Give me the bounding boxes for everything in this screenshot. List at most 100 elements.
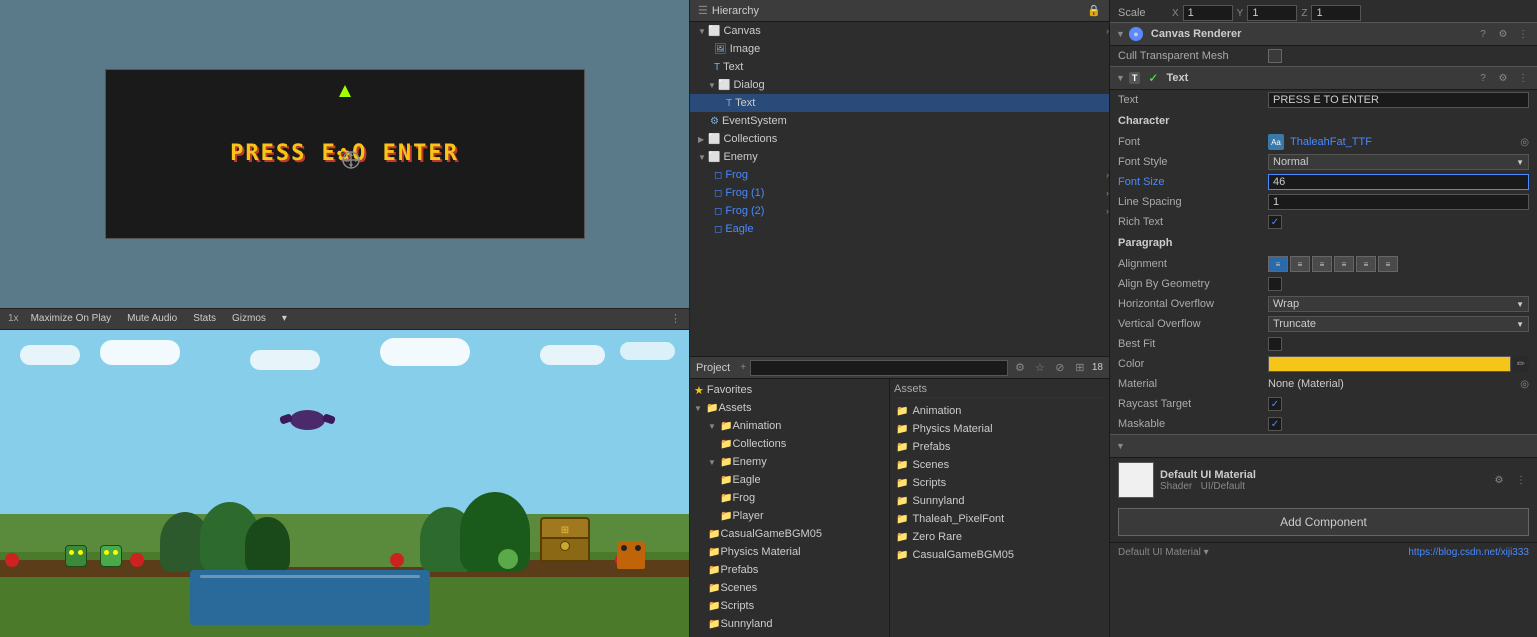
align-by-geo-checkbox[interactable] [1268, 277, 1282, 291]
hierarchy-item-canvas[interactable]: ▼ ⬜ Canvas › [690, 22, 1109, 40]
project-zoom-icon[interactable]: ⊞ [1072, 360, 1088, 376]
text-settings-icon[interactable]: ⚙ [1495, 70, 1511, 86]
best-fit-checkbox[interactable] [1268, 337, 1282, 351]
stats-btn[interactable]: Stats [189, 313, 220, 324]
asset-sunnyland[interactable]: 📁 Sunnyland [894, 492, 1105, 510]
material-settings-icon[interactable]: ⚙ [1491, 472, 1507, 488]
bottom-material-label[interactable]: Default UI Material ▾ [1118, 547, 1209, 558]
asset-scripts[interactable]: 📁 Scripts [894, 474, 1105, 492]
align-mid-left[interactable]: ≡ [1334, 256, 1354, 272]
align-top-left[interactable]: ≡ [1268, 256, 1288, 272]
line-spacing-input[interactable] [1268, 194, 1529, 210]
gizmos-dropdown-arrow[interactable]: ▾ [278, 313, 291, 324]
canvas-renderer-title: Canvas Renderer [1151, 28, 1242, 40]
hierarchy-item-text2[interactable]: T Text [690, 94, 1109, 112]
font-value[interactable]: ThaleahFat_TTF [1290, 136, 1518, 148]
h-overflow-dropdown[interactable]: Wrap ▼ [1268, 296, 1529, 312]
align-mid-center[interactable]: ≡ [1356, 256, 1376, 272]
project-filter-icon[interactable]: ☆ [1032, 360, 1048, 376]
font-style-dropdown[interactable]: Normal ▼ [1268, 154, 1529, 170]
mute-audio-btn[interactable]: Mute Audio [123, 313, 181, 324]
hierarchy-lock-icon[interactable]: 🔒 [1087, 4, 1101, 17]
text-value-input[interactable] [1268, 92, 1529, 108]
ptree-collections[interactable]: 📁 Collections [690, 435, 889, 453]
hierarchy-item-frog2[interactable]: ◻ Frog (1) › [690, 184, 1109, 202]
color-edit-icon[interactable]: ✏ [1513, 356, 1529, 372]
raycast-checkbox[interactable]: ✓ [1268, 397, 1282, 411]
canvas-renderer-settings-icon[interactable]: ⚙ [1495, 26, 1511, 42]
asset-zerorare[interactable]: 📁 Zero Rare [894, 528, 1105, 546]
ptree-thaleah[interactable]: 📁 Thaleah_PixelFont [690, 633, 889, 637]
asset-animation[interactable]: 📁 Animation [894, 402, 1105, 420]
material-target-icon[interactable]: ◎ [1520, 379, 1529, 390]
color-swatch[interactable] [1268, 356, 1511, 372]
assets-folder: 📁 [706, 403, 718, 414]
project-lock-icon[interactable]: ⊘ [1052, 360, 1068, 376]
material-menu-icon[interactable]: ⋮ [1513, 472, 1529, 488]
align-top-right[interactable]: ≡ [1312, 256, 1332, 272]
maximize-on-play-btn[interactable]: Maximize On Play [27, 313, 116, 324]
align-top-center[interactable]: ≡ [1290, 256, 1310, 272]
toolbar-more-dots[interactable]: ⋮ [670, 312, 681, 325]
ptree-prefabs[interactable]: 📁 Prefabs [690, 561, 889, 579]
hierarchy-item-eagle[interactable]: ◻ Eagle [690, 220, 1109, 238]
maskable-checkbox[interactable]: ✓ [1268, 417, 1282, 431]
bush-5 [460, 492, 530, 572]
gizmos-btn[interactable]: Gizmos [228, 313, 270, 324]
ptree-eagle[interactable]: 📁 Eagle [690, 471, 889, 489]
ptree-physics[interactable]: 📁 Physics Material [690, 543, 889, 561]
hierarchy-item-text1[interactable]: T Text [690, 58, 1109, 76]
hierarchy-item-collections[interactable]: ▶ ⬜ Collections [690, 130, 1109, 148]
font-target-icon[interactable]: ◎ [1520, 137, 1529, 148]
text-component-icons: ? ⚙ ⋮ [1475, 70, 1531, 86]
hierarchy-item-eventsystem[interactable]: ⚙ EventSystem [690, 112, 1109, 130]
project-settings-icon[interactable]: ⚙ [1012, 360, 1028, 376]
ptree-enemy[interactable]: ▼ 📁 Enemy [690, 453, 889, 471]
ptree-player[interactable]: 📁 Player [690, 507, 889, 525]
canvas-renderer-menu-icon[interactable]: ⋮ [1515, 26, 1531, 42]
cull-checkbox[interactable] [1268, 49, 1282, 63]
add-icon[interactable]: + [740, 362, 746, 373]
canvas-renderer-header[interactable]: ▼ ● Canvas Renderer ? ⚙ ⋮ [1110, 22, 1537, 46]
ptree-favorites[interactable]: ★ Favorites [690, 381, 889, 399]
project-search-input[interactable] [750, 360, 1008, 376]
ptree-casualgame[interactable]: 📁 CasualGameBGM05 [690, 525, 889, 543]
asset-scenes[interactable]: 📁 Scenes [894, 456, 1105, 474]
asset-pref-icon: 📁 [896, 442, 908, 453]
move-handle-icon[interactable] [341, 150, 361, 170]
hierarchy-item-dialog[interactable]: ▼ ⬜ Dialog [690, 76, 1109, 94]
ptree-scripts[interactable]: 📁 Scripts [690, 597, 889, 615]
ptree-sunnyland[interactable]: 📁 Sunnyland [690, 615, 889, 633]
asset-thaleah[interactable]: 📁 Thaleah_PixelFont [894, 510, 1105, 528]
add-component-button[interactable]: Add Component [1118, 508, 1529, 536]
scale-x-input[interactable] [1183, 5, 1233, 21]
asset-physics-material[interactable]: 📁 Physics Material [894, 420, 1105, 438]
v-overflow-dropdown[interactable]: Truncate ▼ [1268, 316, 1529, 332]
ptree-scenes[interactable]: 📁 Scenes [690, 579, 889, 597]
text-menu-icon[interactable]: ⋮ [1515, 70, 1531, 86]
scale-z-input[interactable] [1311, 5, 1361, 21]
text2-label: Text [735, 97, 755, 109]
hierarchy-item-frog3[interactable]: ◻ Frog (2) › [690, 202, 1109, 220]
hierarchy-item-enemy[interactable]: ▼ ⬜ Enemy [690, 148, 1109, 166]
asset-prefabs[interactable]: 📁 Prefabs [894, 438, 1105, 456]
ptree-frog[interactable]: 📁 Frog [690, 489, 889, 507]
font-size-label: Font Size [1118, 176, 1268, 188]
canvas-renderer-help-icon[interactable]: ? [1475, 26, 1491, 42]
hierarchy-item-image[interactable]: 🖼 Image [690, 40, 1109, 58]
text-help-icon[interactable]: ? [1475, 70, 1491, 86]
color-control: ✏ [1268, 356, 1529, 372]
ptree-assets[interactable]: ▼ 📁 Assets [690, 399, 889, 417]
project-zoom-value: 18 [1092, 362, 1103, 373]
scale-y-input[interactable] [1247, 5, 1297, 21]
default-material-header[interactable]: ▼ [1110, 434, 1537, 458]
hierarchy-item-frog1[interactable]: ◻ Frog › [690, 166, 1109, 184]
align-mid-right[interactable]: ≡ [1378, 256, 1398, 272]
ptree-animation[interactable]: ▼ 📁 Animation [690, 417, 889, 435]
text-component-header[interactable]: ▼ T ✓ Text ? ⚙ ⋮ [1110, 66, 1537, 90]
asset-casualgame[interactable]: 📁 CasualGameBGM05 [894, 546, 1105, 564]
font-size-input[interactable] [1268, 174, 1529, 190]
bottom-link[interactable]: https://blog.csdn.net/xiji333 [1408, 547, 1529, 558]
rich-text-checkbox[interactable]: ✓ [1268, 215, 1282, 229]
apple-3 [390, 553, 404, 567]
